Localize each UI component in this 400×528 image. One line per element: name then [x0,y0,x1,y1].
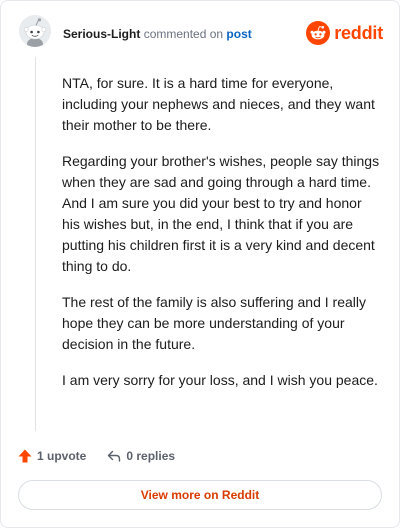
post-link[interactable]: post [226,27,251,41]
upvote-button[interactable]: 1 upvote [17,448,86,464]
comment-actions: 1 upvote 0 replies [17,445,175,467]
comment-paragraph: NTA, for sure. It is a hard time for eve… [62,75,375,133]
comment-paragraph: The rest of the family is also suffering… [62,294,366,352]
replies-button[interactable]: 0 replies [106,448,175,464]
comment-paragraph: Regarding your brother's wishes, people … [62,153,380,274]
view-more-button[interactable]: View more on Reddit [18,480,382,510]
brand-wordmark: reddit [334,22,383,43]
upvote-arrow-icon [18,449,32,463]
comment-paragraph: I am very sorry for your loss, and I wis… [62,372,378,388]
comment-meta: Serious-Light commented on post [63,27,252,41]
replies-count: 0 replies [126,449,176,463]
snoo-avatar-icon [19,15,51,47]
upvote-count: 1 upvote [37,449,87,463]
reddit-logo-icon [306,21,331,45]
reply-arrow-icon [108,450,121,462]
thread-line[interactable] [35,57,36,431]
comment-body: NTA, for sure. It is a hard time for eve… [62,73,380,406]
reddit-brand[interactable]: reddit [306,20,383,46]
username[interactable]: Serious-Light [63,27,140,41]
action-text: commented on [143,27,224,41]
user-avatar[interactable] [19,15,51,47]
comment-header: Serious-Light commented on post reddit [19,15,383,51]
embedded-comment-card: Serious-Light commented on post reddit N… [0,0,400,528]
